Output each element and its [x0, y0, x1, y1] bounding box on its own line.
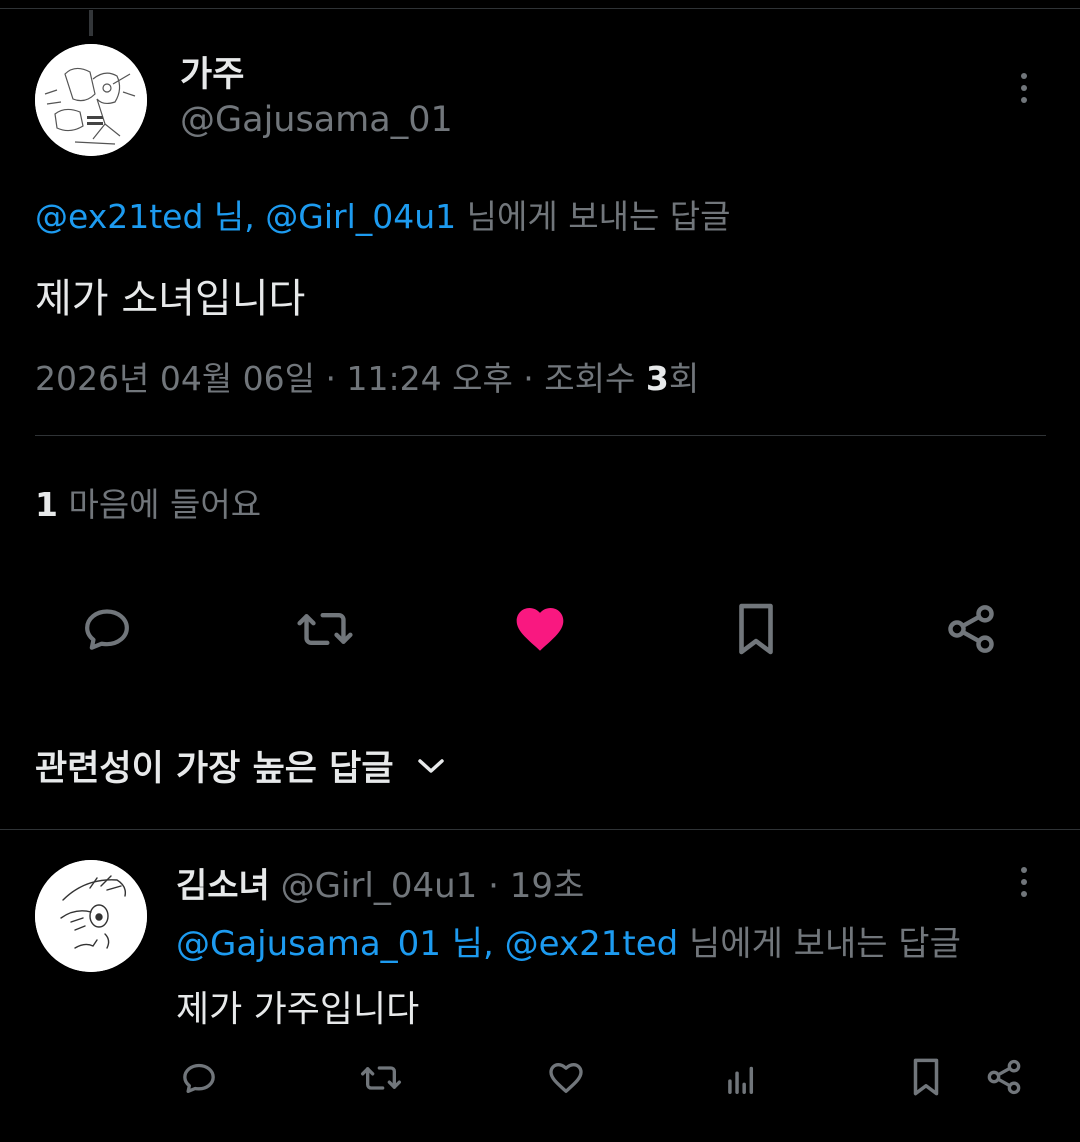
top-divider [0, 8, 1080, 9]
author-handle[interactable]: @Gajusama_01 [180, 100, 453, 140]
bookmark-button[interactable] [728, 600, 784, 658]
heart-filled-icon [516, 608, 564, 651]
reply-header: 김소녀 @Girl_04u1 · 19초 [176, 858, 584, 907]
replying-to-suffix: 님에게 보내는 답글 [456, 197, 731, 236]
share-icon [948, 605, 994, 653]
reply-author-name[interactable]: 김소녀 [176, 866, 270, 906]
reply-replying-to-line: @Gajusama_01 님, @ex21ted 님에게 보내는 답글 [176, 916, 961, 965]
author-avatar[interactable] [35, 44, 147, 156]
bookmark-icon [739, 603, 773, 655]
sketch-face-avatar-image [35, 860, 147, 972]
share-button[interactable] [942, 600, 1000, 658]
tweet-text: 제가 소녀입니다 [35, 276, 306, 322]
reply-views-button[interactable] [721, 1058, 761, 1098]
share-icon [987, 1059, 1021, 1095]
divider [35, 435, 1046, 436]
tweet-meta: 2026년 04월 06일 · 11:24 오후 · 조회수 3회 [35, 352, 699, 400]
replying-to-suffix: 님에게 보내는 답글 [678, 924, 961, 964]
reply-icon [183, 1063, 215, 1093]
retweet-icon [297, 612, 353, 646]
like-button[interactable] [511, 600, 569, 658]
reply-bookmark-button[interactable] [906, 1056, 946, 1098]
reply-retweet-button[interactable] [358, 1058, 404, 1098]
tweet-detail-page: 가주 @Gajusama_01 @ex21ted 님, @Girl_04u1 님… [0, 0, 1080, 1142]
more-options-icon[interactable] [1012, 68, 1036, 108]
reply-sort-dropdown[interactable]: 관련성이 가장 높은 답글 [35, 740, 446, 791]
retweet-icon [360, 1066, 401, 1090]
tweet-timestamp[interactable]: 2026년 04월 06일 · 11:24 오후 · 조회수 [35, 359, 646, 398]
reply-text: 제가 가주입니다 [176, 989, 420, 1030]
reply-button[interactable] [78, 600, 136, 658]
view-count: 3 [645, 359, 669, 398]
reply-author-handle-time[interactable]: @Girl_04u1 · 19초 [270, 866, 585, 906]
divider [0, 829, 1080, 830]
reply-icon [85, 609, 129, 650]
reply-author-avatar[interactable] [35, 860, 147, 972]
reply-reply-button[interactable] [178, 1058, 220, 1098]
likes-label: 마음에 들어요 [57, 485, 262, 524]
view-count-suffix: 회 [668, 359, 700, 398]
likes-count: 1 [35, 485, 58, 524]
reply-sort-label: 관련성이 가장 높은 답글 [35, 749, 394, 789]
author-display-name[interactable]: 가주 [180, 46, 244, 97]
mention-link[interactable]: @Girl_04u1 [265, 197, 456, 236]
reply-more-options-icon[interactable] [1012, 862, 1036, 902]
reply-share-button[interactable] [984, 1057, 1024, 1097]
chevron-down-icon [417, 758, 444, 773]
likes-summary[interactable]: 1 마음에 들어요 [35, 478, 261, 526]
reply-like-button[interactable] [545, 1058, 587, 1098]
bookmark-icon [913, 1058, 939, 1096]
retweet-button[interactable] [295, 600, 355, 658]
analytics-icon [728, 1066, 754, 1094]
mention-link[interactable]: @ex21ted [505, 924, 679, 964]
replying-to-line: @ex21ted 님, @Girl_04u1 님에게 보내는 답글 [35, 190, 731, 238]
mention-link[interactable]: @Gajusama_01 님, [176, 924, 494, 964]
mention-link[interactable]: @ex21ted 님, [35, 197, 255, 236]
sketch-avatar-image [35, 44, 147, 156]
heart-outline-icon [549, 1063, 583, 1093]
thread-connector-line [89, 10, 93, 36]
